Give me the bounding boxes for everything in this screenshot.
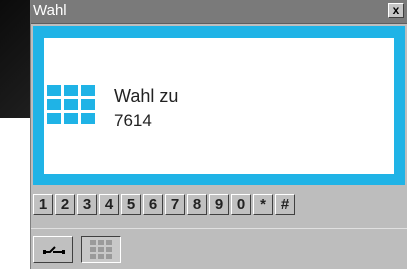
dial-display-frame: Wahl zu 7614 [33,26,405,185]
bottom-toolbar [31,228,407,270]
key-9[interactable]: 9 [209,194,229,215]
dial-keypad: 1 2 3 4 5 6 7 8 9 0 * # [33,194,295,216]
title-bar[interactable]: Wahl x [31,0,407,24]
background-area [0,118,30,269]
keypad-icon [90,240,112,259]
key-0[interactable]: 0 [231,194,251,215]
window-title: Wahl [33,2,67,19]
key-5[interactable]: 5 [121,194,141,215]
dial-display: Wahl zu 7614 [44,38,394,174]
key-6[interactable]: 6 [143,194,163,215]
close-button[interactable]: x [388,3,404,18]
dial-status-text: Wahl zu [114,86,179,106]
keypad-grid-icon [47,85,95,124]
dial-window: Wahl x Wahl zu 7614 1 2 3 4 5 6 7 8 9 0 … [30,0,407,269]
key-2[interactable]: 2 [55,194,75,215]
key-hash[interactable]: # [275,194,295,215]
key-7[interactable]: 7 [165,194,185,215]
key-4[interactable]: 4 [99,194,119,215]
key-8[interactable]: 8 [187,194,207,215]
keypad-button[interactable] [81,236,121,263]
key-1[interactable]: 1 [33,194,53,215]
key-3[interactable]: 3 [77,194,97,215]
dialed-number: 7614 [114,111,152,130]
hangup-button[interactable] [33,236,73,263]
key-star[interactable]: * [253,194,273,215]
hangup-icon [43,246,65,254]
